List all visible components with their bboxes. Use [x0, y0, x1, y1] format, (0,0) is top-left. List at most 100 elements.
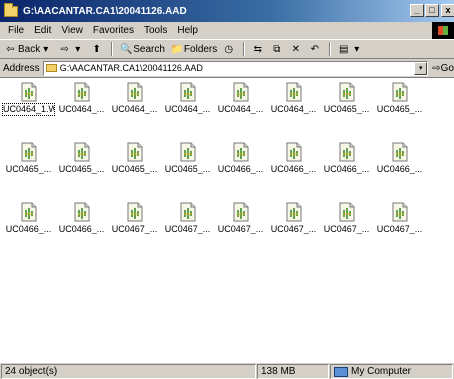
views-button[interactable]: ▤ ▾: [336, 44, 366, 55]
file-item[interactable]: UC0465_...: [373, 82, 426, 124]
status-bar: 24 object(s) 138 MB My Computer: [0, 362, 454, 379]
wav-file-icon: [392, 142, 408, 162]
folders-icon: 📁: [170, 43, 184, 55]
wav-file-icon: [180, 142, 196, 162]
file-name: UC0466_...: [58, 224, 105, 234]
file-name: UC0466_...: [270, 164, 317, 174]
toolbar-separator: [111, 42, 114, 56]
windows-logo-icon: [432, 22, 454, 39]
file-name: UC0464_...: [217, 104, 264, 114]
close-button[interactable]: x: [441, 4, 454, 17]
wav-file-icon: [74, 202, 90, 222]
folder-icon: [4, 2, 18, 17]
menu-edit[interactable]: Edit: [29, 25, 56, 36]
wav-file-icon: [286, 82, 302, 102]
file-item[interactable]: UC0465_...: [320, 82, 373, 124]
history-icon: ◷: [224, 43, 234, 55]
file-item[interactable]: UC0464_...: [55, 82, 108, 124]
forward-button[interactable]: ⇨ ▾: [57, 44, 87, 55]
chevron-down-icon[interactable]: ▾: [72, 44, 83, 55]
wav-file-icon: [74, 82, 90, 102]
history-button[interactable]: ◷: [221, 44, 238, 55]
address-label: Address: [3, 62, 40, 74]
wav-file-icon: [127, 82, 143, 102]
chevron-down-icon[interactable]: ▾: [351, 44, 362, 55]
chevron-down-icon[interactable]: ▾: [40, 44, 51, 55]
go-arrow-icon: ⇨: [432, 62, 441, 74]
wav-file-icon: [233, 142, 249, 162]
wav-file-icon: [286, 142, 302, 162]
up-button[interactable]: ⬆: [89, 44, 106, 55]
file-item[interactable]: UC0465_...: [161, 142, 214, 184]
file-item[interactable]: UC0465_...: [108, 142, 161, 184]
file-item[interactable]: UC0464_...: [214, 82, 267, 124]
toolbar-separator: [243, 42, 246, 56]
forward-arrow-icon: ⇨: [60, 43, 69, 55]
search-icon: 🔍: [120, 43, 133, 55]
maximize-button[interactable]: □: [425, 4, 439, 17]
wav-file-icon: [127, 202, 143, 222]
file-name: UC0467_...: [376, 224, 423, 234]
copy-to-button[interactable]: ⧉: [269, 44, 286, 55]
file-item[interactable]: UC0467_...: [267, 202, 320, 244]
file-item[interactable]: UC0466_...: [2, 202, 55, 244]
file-item[interactable]: UC0464_1.WAV: [2, 82, 55, 124]
menu-tools[interactable]: Tools: [139, 25, 172, 36]
wav-file-icon: [339, 202, 355, 222]
file-item[interactable]: UC0465_...: [55, 142, 108, 184]
back-button[interactable]: ⇦ Back ▾: [3, 44, 55, 55]
wav-file-icon: [233, 202, 249, 222]
file-item[interactable]: UC0466_...: [55, 202, 108, 244]
go-label: Go: [440, 62, 454, 74]
delete-button[interactable]: ✕: [288, 44, 305, 55]
file-name: UC0466_...: [323, 164, 370, 174]
views-icon: ▤: [339, 43, 349, 55]
wav-file-icon: [180, 202, 196, 222]
file-item[interactable]: UC0466_...: [320, 142, 373, 184]
search-button[interactable]: 🔍 Search: [118, 44, 167, 55]
wav-file-icon: [21, 142, 37, 162]
menu-help[interactable]: Help: [172, 25, 203, 36]
address-input[interactable]: G:\AACANTAR.CA1\20041126.AAD ▾: [42, 60, 429, 76]
search-label: Search: [133, 43, 165, 55]
file-item[interactable]: UC0467_...: [214, 202, 267, 244]
menu-view[interactable]: View: [56, 25, 88, 36]
file-name: UC0464_...: [111, 104, 158, 114]
menu-file[interactable]: File: [3, 25, 29, 36]
file-item[interactable]: UC0464_...: [161, 82, 214, 124]
file-item[interactable]: UC0466_...: [214, 142, 267, 184]
file-item[interactable]: UC0467_...: [320, 202, 373, 244]
copy-to-icon: ⧉: [273, 43, 281, 55]
file-name: UC0467_...: [164, 224, 211, 234]
undo-icon: ↶: [310, 43, 319, 55]
address-dropdown-button[interactable]: ▾: [414, 61, 428, 75]
file-item[interactable]: UC0467_...: [373, 202, 426, 244]
menu-favorites[interactable]: Favorites: [88, 25, 139, 36]
file-name: UC0464_...: [270, 104, 317, 114]
minimize-button[interactable]: _: [410, 4, 424, 17]
status-zone-label: My Computer: [351, 366, 412, 377]
file-item[interactable]: UC0467_...: [108, 202, 161, 244]
go-button[interactable]: ⇨Go: [432, 63, 454, 74]
file-item[interactable]: UC0467_...: [161, 202, 214, 244]
file-item[interactable]: UC0465_...: [2, 142, 55, 184]
file-name: UC0467_...: [111, 224, 158, 234]
file-list[interactable]: UC0464_1.WAVUC0464_...UC0464_...UC0464_.…: [0, 79, 454, 362]
wav-file-icon: [180, 82, 196, 102]
standard-toolbar: ⇦ Back ▾ ⇨ ▾ ⬆ 🔍 Search 📁 Folders ◷ ⇆ ⧉ …: [0, 39, 454, 59]
file-item[interactable]: UC0466_...: [267, 142, 320, 184]
wav-file-icon: [286, 202, 302, 222]
wav-file-icon: [339, 82, 355, 102]
folders-button[interactable]: 📁 Folders: [169, 44, 219, 55]
back-arrow-icon: ⇦: [6, 43, 15, 55]
status-object-count: 24 object(s): [1, 364, 256, 379]
file-item[interactable]: UC0466_...: [373, 142, 426, 184]
file-item[interactable]: UC0464_...: [108, 82, 161, 124]
wav-file-icon: [21, 202, 37, 222]
undo-button[interactable]: ↶: [307, 44, 324, 55]
move-to-button[interactable]: ⇆: [250, 44, 267, 55]
file-name: UC0465_...: [58, 164, 105, 174]
delete-icon: ✕: [291, 43, 300, 55]
file-item[interactable]: UC0464_...: [267, 82, 320, 124]
menu-bar: File Edit View Favorites Tools Help: [0, 22, 454, 39]
